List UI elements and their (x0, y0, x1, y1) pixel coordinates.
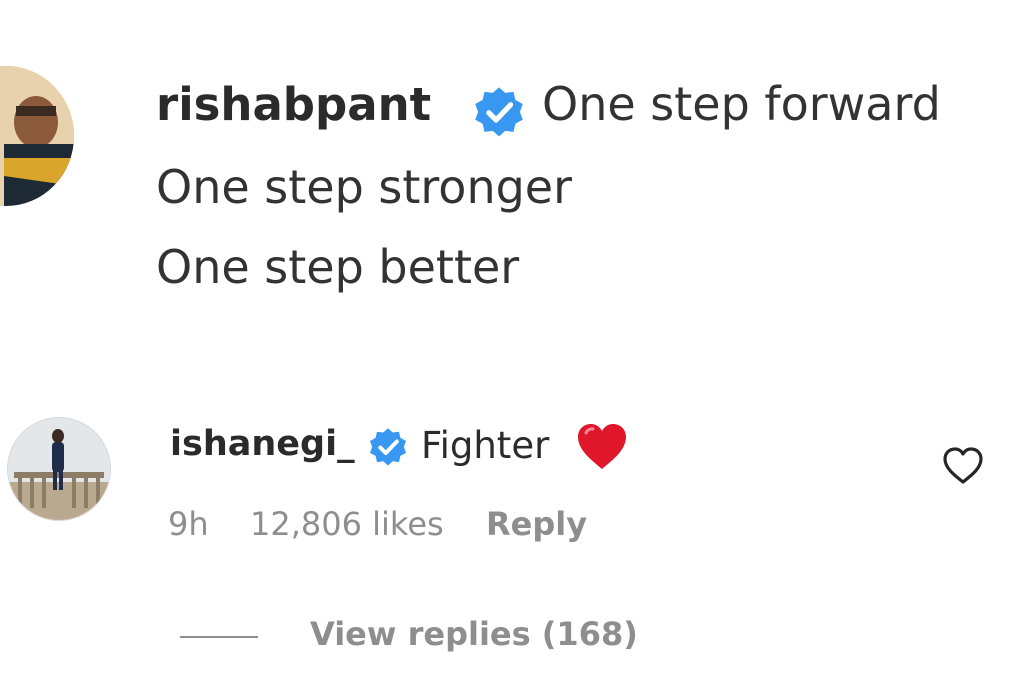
comment-likes-count[interactable]: 12,806 likes (250, 505, 444, 543)
reply-button[interactable]: Reply (486, 505, 587, 543)
verified-badge-icon (475, 87, 523, 137)
verified-badge-icon (369, 428, 407, 466)
caption-author-avatar[interactable] (0, 66, 74, 206)
comment-timestamp[interactable]: 9h (168, 505, 209, 543)
caption-line-1: One step forward (542, 77, 941, 131)
heart-outline-icon[interactable] (940, 444, 986, 488)
avatar-photo (0, 66, 74, 206)
view-replies-button[interactable]: View replies (168) (310, 615, 638, 653)
caption-line-3: One step better (156, 240, 520, 294)
caption-username[interactable]: rishabpant (156, 78, 431, 131)
commenter-avatar[interactable] (8, 418, 110, 520)
replies-divider (180, 636, 258, 638)
commenter-username[interactable]: ishanegi_ (170, 424, 355, 464)
comments-panel: rishabpant One step forward One step str… (0, 0, 1024, 683)
red-heart-emoji-icon (578, 424, 626, 469)
caption-line-2: One step stronger (156, 160, 573, 214)
comment-text: Fighter (421, 424, 550, 467)
avatar-photo (8, 418, 110, 520)
